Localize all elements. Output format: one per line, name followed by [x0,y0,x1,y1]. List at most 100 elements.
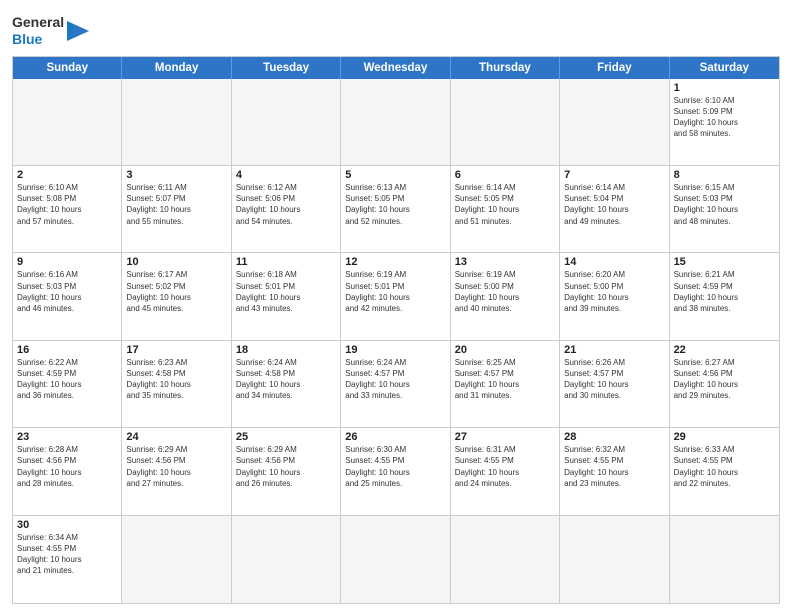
calendar-cell [670,516,779,603]
day-info: Sunrise: 6:15 AM Sunset: 5:03 PM Dayligh… [674,182,775,227]
day-number: 9 [17,256,117,268]
day-info: Sunrise: 6:30 AM Sunset: 4:55 PM Dayligh… [345,444,445,489]
day-number: 12 [345,256,445,268]
calendar-cell [560,516,669,603]
day-info: Sunrise: 6:26 AM Sunset: 4:57 PM Dayligh… [564,357,664,402]
calendar-cell: 6Sunrise: 6:14 AM Sunset: 5:05 PM Daylig… [451,166,560,252]
calendar-cell [122,79,231,165]
day-info: Sunrise: 6:10 AM Sunset: 5:08 PM Dayligh… [17,182,117,227]
calendar-cell [451,516,560,603]
header: General Blue [12,10,780,48]
day-info: Sunrise: 6:33 AM Sunset: 4:55 PM Dayligh… [674,444,775,489]
day-info: Sunrise: 6:23 AM Sunset: 4:58 PM Dayligh… [126,357,226,402]
calendar-cell [232,79,341,165]
day-number: 2 [17,169,117,181]
day-info: Sunrise: 6:29 AM Sunset: 4:56 PM Dayligh… [126,444,226,489]
day-info: Sunrise: 6:29 AM Sunset: 4:56 PM Dayligh… [236,444,336,489]
day-number: 7 [564,169,664,181]
calendar: SundayMondayTuesdayWednesdayThursdayFrid… [12,56,780,604]
day-number: 29 [674,431,775,443]
logo-blue: Blue [12,31,64,48]
calendar-header: SundayMondayTuesdayWednesdayThursdayFrid… [13,57,779,79]
calendar-row-5: 30Sunrise: 6:34 AM Sunset: 4:55 PM Dayli… [13,516,779,603]
weekday-header-monday: Monday [122,57,231,79]
calendar-cell: 7Sunrise: 6:14 AM Sunset: 5:04 PM Daylig… [560,166,669,252]
day-number: 6 [455,169,555,181]
day-number: 4 [236,169,336,181]
day-info: Sunrise: 6:19 AM Sunset: 5:00 PM Dayligh… [455,269,555,314]
calendar-cell: 26Sunrise: 6:30 AM Sunset: 4:55 PM Dayli… [341,428,450,514]
weekday-header-friday: Friday [560,57,669,79]
logo-area: General Blue [12,10,89,48]
day-info: Sunrise: 6:14 AM Sunset: 5:04 PM Dayligh… [564,182,664,227]
calendar-cell: 28Sunrise: 6:32 AM Sunset: 4:55 PM Dayli… [560,428,669,514]
day-number: 19 [345,344,445,356]
day-info: Sunrise: 6:13 AM Sunset: 5:05 PM Dayligh… [345,182,445,227]
day-info: Sunrise: 6:22 AM Sunset: 4:59 PM Dayligh… [17,357,117,402]
day-info: Sunrise: 6:12 AM Sunset: 5:06 PM Dayligh… [236,182,336,227]
calendar-cell: 25Sunrise: 6:29 AM Sunset: 4:56 PM Dayli… [232,428,341,514]
calendar-row-4: 23Sunrise: 6:28 AM Sunset: 4:56 PM Dayli… [13,428,779,515]
day-number: 21 [564,344,664,356]
day-info: Sunrise: 6:28 AM Sunset: 4:56 PM Dayligh… [17,444,117,489]
day-number: 22 [674,344,775,356]
calendar-cell: 14Sunrise: 6:20 AM Sunset: 5:00 PM Dayli… [560,253,669,339]
day-info: Sunrise: 6:18 AM Sunset: 5:01 PM Dayligh… [236,269,336,314]
calendar-cell: 12Sunrise: 6:19 AM Sunset: 5:01 PM Dayli… [341,253,450,339]
day-number: 15 [674,256,775,268]
calendar-cell: 19Sunrise: 6:24 AM Sunset: 4:57 PM Dayli… [341,341,450,427]
logo: General Blue [12,14,89,48]
calendar-cell: 21Sunrise: 6:26 AM Sunset: 4:57 PM Dayli… [560,341,669,427]
logo-icon [67,17,89,45]
calendar-cell: 17Sunrise: 6:23 AM Sunset: 4:58 PM Dayli… [122,341,231,427]
calendar-row-1: 2Sunrise: 6:10 AM Sunset: 5:08 PM Daylig… [13,166,779,253]
calendar-cell: 1Sunrise: 6:10 AM Sunset: 5:09 PM Daylig… [670,79,779,165]
day-info: Sunrise: 6:14 AM Sunset: 5:05 PM Dayligh… [455,182,555,227]
calendar-row-0: 1Sunrise: 6:10 AM Sunset: 5:09 PM Daylig… [13,79,779,166]
calendar-cell: 30Sunrise: 6:34 AM Sunset: 4:55 PM Dayli… [13,516,122,603]
day-number: 8 [674,169,775,181]
calendar-cell: 13Sunrise: 6:19 AM Sunset: 5:00 PM Dayli… [451,253,560,339]
day-info: Sunrise: 6:32 AM Sunset: 4:55 PM Dayligh… [564,444,664,489]
calendar-cell: 23Sunrise: 6:28 AM Sunset: 4:56 PM Dayli… [13,428,122,514]
calendar-cell: 22Sunrise: 6:27 AM Sunset: 4:56 PM Dayli… [670,341,779,427]
day-number: 13 [455,256,555,268]
day-number: 27 [455,431,555,443]
calendar-cell [232,516,341,603]
day-number: 24 [126,431,226,443]
calendar-cell: 20Sunrise: 6:25 AM Sunset: 4:57 PM Dayli… [451,341,560,427]
calendar-cell: 8Sunrise: 6:15 AM Sunset: 5:03 PM Daylig… [670,166,779,252]
day-info: Sunrise: 6:24 AM Sunset: 4:57 PM Dayligh… [345,357,445,402]
day-info: Sunrise: 6:31 AM Sunset: 4:55 PM Dayligh… [455,444,555,489]
day-number: 20 [455,344,555,356]
calendar-cell: 18Sunrise: 6:24 AM Sunset: 4:58 PM Dayli… [232,341,341,427]
weekday-header-tuesday: Tuesday [232,57,341,79]
calendar-cell [341,516,450,603]
day-info: Sunrise: 6:21 AM Sunset: 4:59 PM Dayligh… [674,269,775,314]
calendar-cell: 2Sunrise: 6:10 AM Sunset: 5:08 PM Daylig… [13,166,122,252]
page: General Blue SundayMondayTuesdayWednesda… [0,0,792,612]
day-info: Sunrise: 6:24 AM Sunset: 4:58 PM Dayligh… [236,357,336,402]
day-info: Sunrise: 6:10 AM Sunset: 5:09 PM Dayligh… [674,95,775,140]
day-info: Sunrise: 6:20 AM Sunset: 5:00 PM Dayligh… [564,269,664,314]
day-number: 17 [126,344,226,356]
day-number: 28 [564,431,664,443]
day-info: Sunrise: 6:25 AM Sunset: 4:57 PM Dayligh… [455,357,555,402]
day-number: 16 [17,344,117,356]
day-number: 25 [236,431,336,443]
calendar-body: 1Sunrise: 6:10 AM Sunset: 5:09 PM Daylig… [13,79,779,603]
day-info: Sunrise: 6:16 AM Sunset: 5:03 PM Dayligh… [17,269,117,314]
calendar-cell: 4Sunrise: 6:12 AM Sunset: 5:06 PM Daylig… [232,166,341,252]
day-number: 23 [17,431,117,443]
day-info: Sunrise: 6:19 AM Sunset: 5:01 PM Dayligh… [345,269,445,314]
calendar-row-2: 9Sunrise: 6:16 AM Sunset: 5:03 PM Daylig… [13,253,779,340]
day-info: Sunrise: 6:27 AM Sunset: 4:56 PM Dayligh… [674,357,775,402]
calendar-cell [560,79,669,165]
day-number: 26 [345,431,445,443]
day-info: Sunrise: 6:17 AM Sunset: 5:02 PM Dayligh… [126,269,226,314]
calendar-cell: 24Sunrise: 6:29 AM Sunset: 4:56 PM Dayli… [122,428,231,514]
day-number: 18 [236,344,336,356]
weekday-header-thursday: Thursday [451,57,560,79]
day-info: Sunrise: 6:34 AM Sunset: 4:55 PM Dayligh… [17,532,117,577]
calendar-cell: 5Sunrise: 6:13 AM Sunset: 5:05 PM Daylig… [341,166,450,252]
